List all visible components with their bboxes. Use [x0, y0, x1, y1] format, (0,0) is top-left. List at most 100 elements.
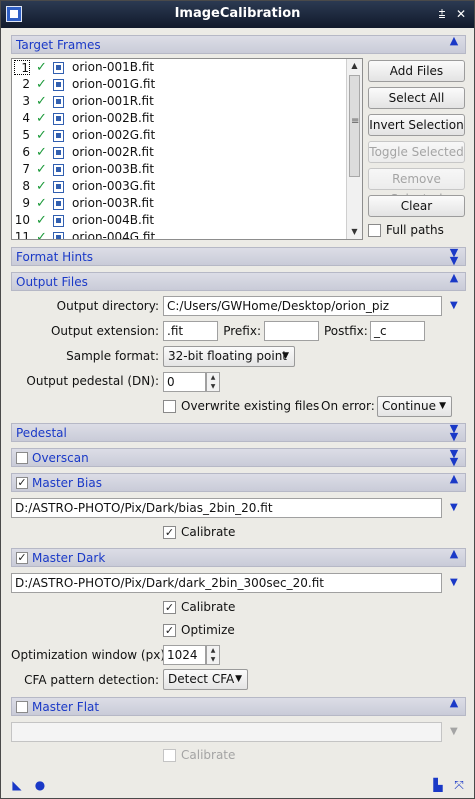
expand-chevron-icon[interactable]: ▼ ▼	[447, 448, 461, 467]
file-name: orion-004B.fit	[72, 213, 155, 227]
shade-icon[interactable]: ⩲	[434, 6, 450, 22]
scroll-down-icon[interactable]: ▼	[347, 225, 362, 239]
optimization-window-spinner[interactable]: ▲ ▼	[206, 645, 220, 665]
expand-chevron-icon[interactable]: ▼ ▼	[447, 247, 461, 266]
spin-down-icon[interactable]: ▼	[207, 655, 219, 664]
master-bias-section-bar[interactable]: ✓ Master Bias ▲ ‾	[11, 473, 466, 492]
output-directory-label: Output directory:	[56, 299, 159, 313]
enabled-check-icon[interactable]: ✓	[36, 110, 47, 127]
enabled-check-icon[interactable]: ✓	[36, 59, 47, 76]
file-name: orion-001B.fit	[72, 60, 155, 74]
master-dark-path-field[interactable]: D:/ASTRO-PHOTO/Pix/Dark/dark_2bin_300sec…	[11, 573, 442, 593]
file-list-row[interactable]: 3 ✓ orion-001R.fit	[12, 93, 362, 110]
master-dark-title: Master Dark	[32, 551, 106, 565]
optimization-window-field[interactable]: 1024	[163, 645, 206, 665]
cfa-pattern-detection-label: CFA pattern detection:	[24, 673, 159, 687]
toggle-selected-button[interactable]: Toggle Selected	[368, 141, 465, 163]
file-list-row[interactable]: 2 ✓ orion-001G.fit	[12, 76, 362, 93]
on-error-select[interactable]: Continue ▼	[377, 396, 452, 417]
sample-format-select[interactable]: 32-bit floating point ▼	[163, 346, 295, 367]
output-pedestal-spinner[interactable]: ▲ ▼	[206, 372, 220, 392]
file-name: orion-003G.fit	[72, 179, 156, 193]
row-number: 2	[22, 77, 30, 91]
overwrite-existing-label: Overwrite existing files	[181, 399, 320, 413]
format-hints-section-bar[interactable]: Format Hints ▼ ▼	[11, 247, 466, 266]
new-instance-triangle-icon[interactable]: ◣	[10, 778, 24, 792]
target-frames-list[interactable]: 1 ✓ orion-001B.fit 2 ✓ orion-001G.fit 3 ✓ orion-…	[11, 58, 363, 240]
reset-icon[interactable]: ⤧	[452, 778, 466, 792]
prefix-field[interactable]	[264, 321, 319, 341]
master-dark-calibrate-checkbox[interactable]: ✓	[163, 601, 176, 614]
browse-documentation-icon[interactable]: ▙	[431, 778, 445, 792]
master-dark-section-bar[interactable]: ✓ Master Dark ▲ ‾	[11, 548, 466, 567]
clear-button[interactable]: Clear	[368, 195, 465, 217]
title-bar[interactable]: ImageCalibration ⩲ ✕	[1, 1, 474, 28]
output-extension-field[interactable]: .fit	[163, 321, 218, 341]
output-directory-field[interactable]: C:/Users/GWHome/Desktop/orion_piz	[163, 296, 442, 316]
invert-selection-button[interactable]: Invert Selection	[368, 114, 465, 136]
file-list-row[interactable]: 9 ✓ orion-003R.fit	[12, 195, 362, 212]
overwrite-existing-checkbox[interactable]	[163, 400, 176, 413]
spin-up-icon[interactable]: ▲	[207, 373, 219, 382]
master-dark-optimize-checkbox[interactable]: ✓	[163, 624, 176, 637]
collapse-chevron-icon[interactable]: ▲ ‾	[447, 473, 461, 492]
full-paths-checkbox[interactable]	[368, 224, 381, 237]
output-directory-dropdown-icon[interactable]: ▼	[450, 300, 458, 311]
expand-chevron-icon[interactable]: ▼ ▼	[447, 423, 461, 442]
select-all-button[interactable]: Select All	[368, 87, 465, 109]
enabled-check-icon[interactable]: ✓	[36, 76, 47, 93]
scroll-up-icon[interactable]: ▲	[347, 59, 362, 73]
list-scrollbar[interactable]: ▲ ▼	[346, 59, 362, 239]
file-name: orion-001G.fit	[72, 77, 156, 91]
master-dark-enable-checkbox[interactable]: ✓	[16, 552, 28, 564]
file-list-row[interactable]: 7 ✓ orion-003B.fit	[12, 161, 362, 178]
output-pedestal-field[interactable]: 0	[163, 372, 206, 392]
file-list-row[interactable]: 10 ✓ orion-004B.fit	[12, 212, 362, 229]
enabled-check-icon[interactable]: ✓	[36, 93, 47, 110]
postfix-field[interactable]: _c	[370, 321, 425, 341]
master-flat-path-field[interactable]	[11, 722, 442, 742]
enabled-check-icon[interactable]: ✓	[36, 127, 47, 144]
file-list-row[interactable]: 5 ✓ orion-002G.fit	[12, 127, 362, 144]
enabled-check-icon[interactable]: ✓	[36, 178, 47, 195]
image-file-icon	[53, 198, 64, 210]
file-list-row[interactable]: 4 ✓ orion-002B.fit	[12, 110, 362, 127]
collapse-chevron-icon[interactable]: ▲ ‾	[447, 35, 461, 54]
target-frames-section-bar[interactable]: Target Frames ▲ ‾	[11, 35, 466, 54]
file-list-row[interactable]: 6 ✓ orion-002R.fit	[12, 144, 362, 161]
enabled-check-icon[interactable]: ✓	[36, 229, 47, 239]
master-flat-dropdown-icon[interactable]: ▼	[450, 726, 458, 737]
file-list-row[interactable]: 1 ✓ orion-001B.fit	[12, 59, 362, 76]
collapse-chevron-icon[interactable]: ▲ ‾	[447, 272, 461, 291]
spin-down-icon[interactable]: ▼	[207, 382, 219, 391]
master-flat-calibrate-checkbox[interactable]	[163, 749, 176, 762]
scrollbar-thumb[interactable]	[349, 75, 360, 177]
master-bias-dropdown-icon[interactable]: ▼	[450, 502, 458, 513]
sample-format-label: Sample format:	[66, 349, 159, 363]
file-list-row[interactable]: 11 ✓ orion-004G.fit	[12, 229, 362, 239]
master-bias-path-field[interactable]: D:/ASTRO-PHOTO/Pix/Dark/bias_2bin_20.fit	[11, 498, 442, 518]
pedestal-section-bar[interactable]: Pedestal ▼ ▼	[11, 423, 466, 442]
master-bias-enable-checkbox[interactable]: ✓	[16, 477, 28, 489]
master-bias-calibrate-label: Calibrate	[181, 525, 236, 539]
output-files-section-bar[interactable]: Output Files ▲ ‾	[11, 272, 466, 291]
apply-global-circle-icon[interactable]: ●	[33, 778, 47, 792]
collapse-chevron-icon[interactable]: ▲ ‾	[447, 548, 461, 567]
overscan-section-bar[interactable]: Overscan ▼ ▼	[11, 448, 466, 467]
overscan-enable-checkbox[interactable]	[16, 452, 28, 464]
add-files-button[interactable]: Add Files	[368, 60, 465, 82]
cfa-pattern-select[interactable]: Detect CFA ▼	[163, 669, 248, 690]
close-icon[interactable]: ✕	[453, 6, 469, 22]
remove-selected-button[interactable]: Remove Selected	[368, 168, 465, 206]
collapse-chevron-icon[interactable]: ▲ ‾	[447, 697, 461, 716]
master-dark-dropdown-icon[interactable]: ▼	[450, 577, 458, 588]
enabled-check-icon[interactable]: ✓	[36, 195, 47, 212]
master-flat-section-bar[interactable]: Master Flat ▲ ‾	[11, 697, 466, 716]
enabled-check-icon[interactable]: ✓	[36, 161, 47, 178]
enabled-check-icon[interactable]: ✓	[36, 212, 47, 229]
master-flat-enable-checkbox[interactable]	[16, 701, 28, 713]
file-list-row[interactable]: 8 ✓ orion-003G.fit	[12, 178, 362, 195]
spin-up-icon[interactable]: ▲	[207, 646, 219, 655]
enabled-check-icon[interactable]: ✓	[36, 144, 47, 161]
master-bias-calibrate-checkbox[interactable]: ✓	[163, 526, 176, 539]
